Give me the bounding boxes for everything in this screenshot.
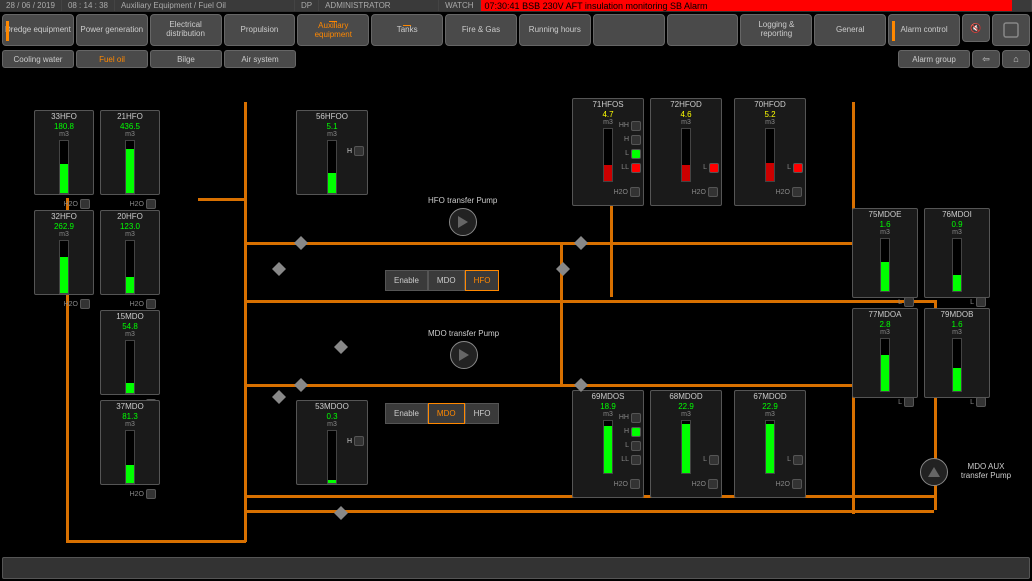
nav-label: Dredge equipment — [5, 26, 71, 35]
tank-68mdod[interactable]: 68MDOD 22.9 m3 L H2O — [650, 390, 722, 498]
nav-tanks[interactable]: Tanks — [371, 14, 443, 46]
main-nav: Dredge equipment Power generation Electr… — [0, 12, 1032, 48]
nav-propulsion[interactable]: Propulsion — [224, 14, 296, 46]
tank-71hfos[interactable]: 71HFOS 4.7 m3 HH H L LL H2O — [572, 98, 644, 206]
valve-icon[interactable] — [334, 506, 348, 520]
h2o-indicator — [80, 199, 90, 209]
tank-37mdo[interactable]: 37MDO 81.3 m3 H2O — [100, 400, 160, 485]
nav-label: Tanks — [397, 26, 418, 35]
nav-dredge-equipment[interactable]: Dredge equipment — [2, 14, 74, 46]
pump-label: HFO transfer Pump — [428, 197, 497, 206]
tank-33hfo[interactable]: 33HFO 180.8 m3 H2O — [34, 110, 94, 195]
nav-empty-2 — [667, 14, 739, 46]
enable-button[interactable]: Enable — [385, 270, 428, 291]
subnav-air-system[interactable]: Air system — [224, 50, 296, 68]
watch-label: WATCH — [439, 0, 480, 11]
dp-indicator: DP — [295, 0, 319, 11]
tank-69mdos[interactable]: 69MDOS 18.9 m3 HH H L LL H2O — [572, 390, 644, 498]
nav-empty-1 — [593, 14, 665, 46]
nav-auxiliary[interactable]: Auxiliary equipment — [297, 14, 369, 46]
nav-label: Electrical distribution — [153, 21, 219, 39]
mdo-select-button[interactable]: MDO — [428, 403, 465, 424]
tank-75mdoe[interactable]: 75MDOE 1.6 m3 L — [852, 208, 918, 298]
breadcrumb: Auxiliary Equipment / Fuel Oil — [115, 0, 295, 11]
nav-label: Alarm control — [900, 26, 947, 35]
tank-label: 33HFO — [35, 111, 93, 122]
footer-bar — [2, 557, 1030, 579]
subnav-fuel-oil[interactable]: Fuel oil — [76, 50, 148, 68]
mimic-area: 33HFO 180.8 m3 H2O 32HFO 262.9 m3 H2O 21… — [0, 80, 1032, 555]
tank-67mdod[interactable]: 67MDOD 22.9 m3 L H2O — [734, 390, 806, 498]
valve-icon[interactable] — [272, 390, 286, 404]
mdo-select-button[interactable]: MDO — [428, 270, 465, 291]
top-status-bar: 28 / 06 / 2019 08 : 14 : 38 Auxiliary Eq… — [0, 0, 1032, 12]
pump-icon — [450, 341, 478, 369]
nav-running-hours[interactable]: Running hours — [519, 14, 591, 46]
nav-power-generation[interactable]: Power generation — [76, 14, 148, 46]
tank-53mdoo[interactable]: 53MDOO 0.3 m3 H — [296, 400, 368, 485]
hfo-select-button[interactable]: HFO — [465, 270, 500, 291]
tank-32hfo[interactable]: 32HFO 262.9 m3 H2O — [34, 210, 94, 295]
valve-icon[interactable] — [556, 262, 570, 276]
nav-alarm-control[interactable]: Alarm control — [888, 14, 960, 46]
nav-electrical[interactable]: Electrical distribution — [150, 14, 222, 46]
subnav-bilge[interactable]: Bilge — [150, 50, 222, 68]
pump-icon — [449, 208, 477, 236]
nav-label: Fire & Gas — [462, 26, 500, 35]
tank-76mdoi[interactable]: 76MDOI 0.9 m3 L — [924, 208, 990, 298]
hfo-select-button[interactable]: HFO — [465, 403, 500, 424]
nav-label: General — [836, 26, 864, 35]
tank-72hfod[interactable]: 72HFOD 4.6 m3 L H2O — [650, 98, 722, 206]
mdo-aux-pump[interactable]: MDO AUX transfer Pump — [920, 458, 1016, 486]
tank-unit: m3 — [35, 131, 93, 138]
date-display: 28 / 06 / 2019 — [0, 0, 62, 11]
nav-general[interactable]: General — [814, 14, 886, 46]
tank-20hfo[interactable]: 20HFO 123.0 m3 H2O — [100, 210, 160, 295]
hfo-transfer-pump[interactable]: HFO transfer Pump — [428, 197, 497, 236]
subnav-alarm-group[interactable]: Alarm group — [898, 50, 970, 68]
tank-70hfod[interactable]: 70HFOD 5.2 m3 L H2O — [734, 98, 806, 206]
valve-icon[interactable] — [294, 378, 308, 392]
mute-icon[interactable]: 🔇 — [962, 14, 990, 42]
logo-shield — [992, 14, 1030, 46]
back-icon[interactable]: ⇦ — [972, 50, 1000, 68]
nav-label: Logging & reporting — [743, 21, 809, 39]
tank-15mdo[interactable]: 15MDO 54.8 m3 H2O — [100, 310, 160, 395]
nav-label: Propulsion — [241, 26, 279, 35]
tank-21hfo[interactable]: 21HFO 436.5 m3 H2O — [100, 110, 160, 195]
tank-value: 180.8 — [35, 122, 93, 131]
pump-icon — [920, 458, 948, 486]
tank-56hfoo[interactable]: 56HFOO 5.1 m3 H — [296, 110, 368, 195]
user-role: ADMINISTRATOR — [319, 0, 439, 11]
tank-77mdoa[interactable]: 77MDOA 2.8 m3 L — [852, 308, 918, 398]
nav-label: Auxiliary equipment — [300, 22, 366, 40]
home-icon[interactable]: ⌂ — [1002, 50, 1030, 68]
valve-icon[interactable] — [334, 340, 348, 354]
nav-logging[interactable]: Logging & reporting — [740, 14, 812, 46]
subnav-cooling-water[interactable]: Cooling water — [2, 50, 74, 68]
nav-label: Running hours — [529, 26, 581, 35]
alarm-banner[interactable]: 07:30:41 BSB 230V AFT insulation monitor… — [481, 0, 1012, 11]
mdo-transfer-pump[interactable]: MDO transfer Pump — [428, 330, 499, 369]
nav-fire-gas[interactable]: Fire & Gas — [445, 14, 517, 46]
valve-icon[interactable] — [294, 236, 308, 250]
nav-label: Power generation — [80, 26, 143, 35]
pump-label: MDO transfer Pump — [428, 330, 499, 339]
tank-79mdob[interactable]: 79MDOB 1.6 m3 L — [924, 308, 990, 398]
mdo-pump-controls: Enable MDO HFO — [385, 403, 499, 424]
alarm-next-icon[interactable] — [1012, 0, 1032, 11]
time-display: 08 : 14 : 38 — [62, 0, 115, 11]
valve-icon[interactable] — [272, 262, 286, 276]
hfo-pump-controls: Enable MDO HFO — [385, 270, 499, 291]
valve-icon[interactable] — [574, 236, 588, 250]
sub-nav: Cooling water Fuel oil Bilge Air system … — [0, 48, 1032, 70]
valve-icon[interactable] — [574, 378, 588, 392]
enable-button[interactable]: Enable — [385, 403, 428, 424]
